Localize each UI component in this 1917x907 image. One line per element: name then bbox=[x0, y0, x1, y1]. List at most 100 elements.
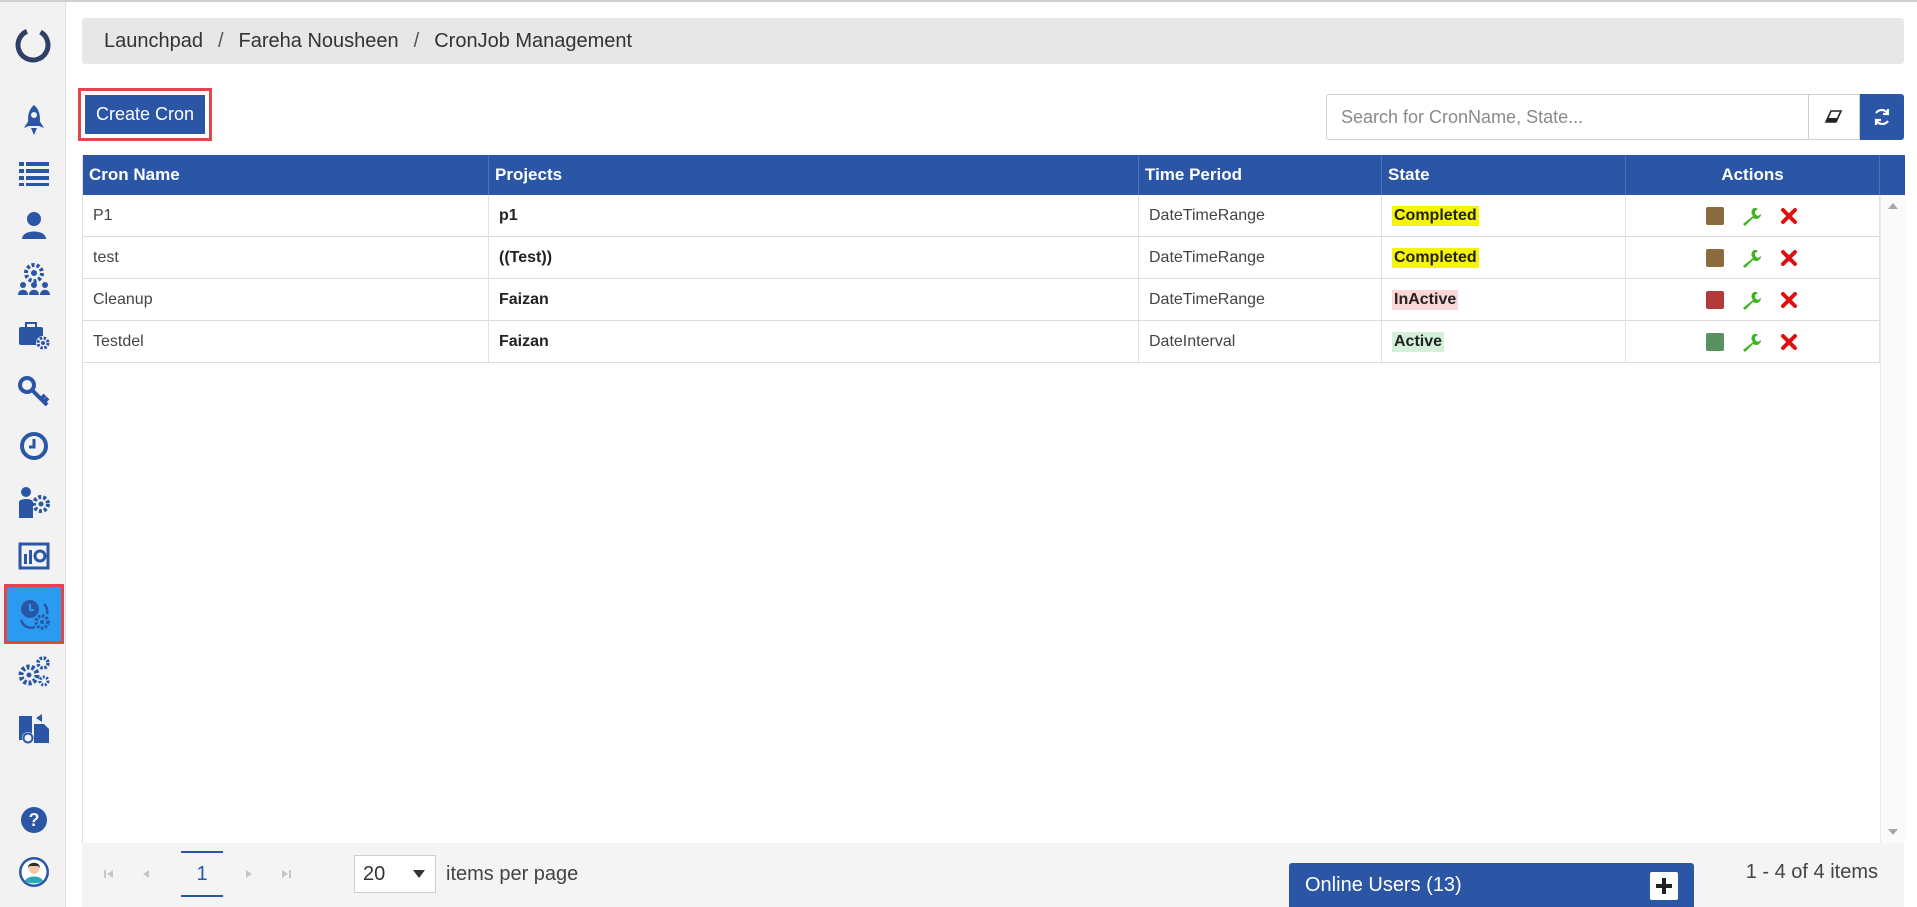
close-icon bbox=[1780, 208, 1797, 224]
wrench-icon bbox=[1742, 291, 1761, 310]
next-page-icon bbox=[246, 870, 252, 878]
cell-project: p1 bbox=[489, 195, 1139, 237]
vertical-scrollbar[interactable] bbox=[1880, 195, 1905, 843]
toggle-status-button[interactable] bbox=[1705, 333, 1724, 351]
refresh-button[interactable] bbox=[1860, 94, 1904, 140]
cell-actions bbox=[1626, 237, 1880, 279]
documents-icon bbox=[19, 714, 49, 744]
expand-online-users-button[interactable] bbox=[1650, 872, 1678, 900]
edit-button[interactable] bbox=[1740, 289, 1762, 311]
people-settings-icon bbox=[19, 487, 50, 518]
sidebar-item-profile[interactable] bbox=[4, 846, 64, 898]
first-page-button[interactable] bbox=[98, 863, 120, 885]
sidebar-item-cronjob[interactable] bbox=[4, 584, 64, 644]
sidebar-item-projects[interactable] bbox=[4, 309, 64, 361]
items-per-page-label: items per page bbox=[446, 863, 579, 885]
cell-project: ((Test)) bbox=[489, 237, 1139, 279]
scroll-up-icon[interactable] bbox=[1887, 201, 1899, 211]
cell-time-period: DateTimeRange bbox=[1139, 279, 1382, 321]
app-logo-icon[interactable] bbox=[13, 25, 53, 65]
toggle-status-button[interactable] bbox=[1705, 207, 1724, 225]
team-settings-icon bbox=[18, 263, 50, 295]
delete-button[interactable] bbox=[1778, 205, 1800, 227]
cell-state: Completed bbox=[1382, 237, 1626, 279]
previous-page-button[interactable] bbox=[135, 863, 157, 885]
column-header-projects[interactable]: Projects bbox=[489, 155, 1139, 195]
column-header-time-period[interactable]: Time Period bbox=[1139, 155, 1382, 195]
close-icon bbox=[1780, 250, 1797, 266]
cell-project: Faizan bbox=[489, 279, 1139, 321]
keys-icon bbox=[18, 376, 50, 407]
previous-page-icon bbox=[143, 870, 149, 878]
sidebar-item-launchpad[interactable] bbox=[4, 94, 64, 146]
table-row[interactable]: Cleanup Faizan DateTimeRange InActive bbox=[83, 279, 1880, 321]
sidebar-item-settings[interactable] bbox=[4, 646, 64, 698]
scroll-down-icon[interactable] bbox=[1887, 827, 1899, 837]
sidebar-item-keys[interactable] bbox=[4, 366, 64, 418]
cron-table: Cron Name Projects Time Period State Act… bbox=[82, 155, 1905, 843]
cell-cron-name: Testdel bbox=[83, 321, 489, 363]
toggle-status-button[interactable] bbox=[1705, 249, 1724, 267]
breadcrumb-user[interactable]: Fareha Nousheen bbox=[239, 30, 399, 53]
create-cron-highlight: Create Cron bbox=[78, 88, 212, 141]
clock-icon bbox=[20, 432, 48, 460]
last-page-icon bbox=[282, 870, 291, 878]
column-header-cron-name[interactable]: Cron Name bbox=[83, 155, 489, 195]
table-row[interactable]: test ((Test)) DateTimeRange Completed bbox=[83, 237, 1880, 279]
sidebar-item-people-settings[interactable] bbox=[4, 476, 64, 528]
sidebar-item-reports[interactable] bbox=[4, 530, 64, 582]
toggle-status-button[interactable] bbox=[1705, 291, 1724, 309]
current-page-button[interactable]: 1 bbox=[181, 851, 223, 897]
eraser-icon bbox=[1824, 110, 1843, 123]
edit-button[interactable] bbox=[1740, 247, 1762, 269]
online-users-panel[interactable]: Online Users (13) bbox=[1289, 863, 1694, 907]
online-users-label: Online Users (13) bbox=[1305, 873, 1462, 896]
cronjob-icon bbox=[19, 600, 50, 630]
sidebar-item-help[interactable]: ? bbox=[4, 794, 64, 846]
cell-actions bbox=[1626, 195, 1880, 237]
clear-search-button[interactable] bbox=[1808, 94, 1860, 140]
breadcrumb: Launchpad / Fareha Nousheen / CronJob Ma… bbox=[82, 18, 1904, 64]
cell-time-period: DateInterval bbox=[1139, 321, 1382, 363]
pager-info: 1 - 4 of 4 items bbox=[1745, 861, 1878, 883]
help-icon: ? bbox=[21, 807, 47, 833]
breadcrumb-launchpad[interactable]: Launchpad bbox=[104, 30, 203, 53]
next-page-button[interactable] bbox=[238, 863, 260, 885]
sidebar-item-teams[interactable] bbox=[4, 253, 64, 305]
sidebar-item-users[interactable] bbox=[4, 199, 64, 251]
list-icon bbox=[19, 162, 49, 186]
delete-button[interactable] bbox=[1778, 289, 1800, 311]
breadcrumb-separator: / bbox=[413, 29, 420, 52]
last-page-button[interactable] bbox=[275, 863, 297, 885]
gears-icon bbox=[18, 656, 50, 687]
cell-state: Completed bbox=[1382, 195, 1626, 237]
column-header-actions: Actions bbox=[1626, 155, 1880, 195]
state-badge: Completed bbox=[1392, 206, 1479, 226]
delete-button[interactable] bbox=[1778, 247, 1800, 269]
sidebar-item-documents[interactable] bbox=[4, 702, 64, 754]
cell-time-period: DateTimeRange bbox=[1139, 237, 1382, 279]
create-cron-button[interactable]: Create Cron bbox=[85, 95, 205, 134]
sidebar-item-schedule[interactable] bbox=[4, 420, 64, 472]
svg-text:?: ? bbox=[29, 810, 40, 830]
delete-button[interactable] bbox=[1778, 331, 1800, 353]
state-badge: Active bbox=[1392, 332, 1445, 352]
sidebar-item-list[interactable] bbox=[4, 146, 64, 198]
cell-cron-name: test bbox=[83, 237, 489, 279]
page-size-select[interactable]: 20 bbox=[354, 855, 436, 893]
table-row[interactable]: P1 p1 DateTimeRange Completed bbox=[83, 195, 1880, 237]
close-icon bbox=[1780, 334, 1797, 350]
wrench-icon bbox=[1742, 249, 1761, 268]
breadcrumb-current: CronJob Management bbox=[434, 29, 633, 52]
cell-time-period: DateTimeRange bbox=[1139, 195, 1382, 237]
edit-button[interactable] bbox=[1740, 331, 1762, 353]
refresh-icon bbox=[1874, 108, 1890, 126]
edit-button[interactable] bbox=[1740, 205, 1762, 227]
table-row[interactable]: Testdel Faizan DateInterval Active bbox=[83, 321, 1880, 363]
column-header-state[interactable]: State bbox=[1382, 155, 1626, 195]
page-size-value: 20 bbox=[363, 862, 386, 885]
cell-actions bbox=[1626, 321, 1880, 363]
chevron-down-icon bbox=[413, 870, 425, 878]
sidebar: ? bbox=[0, 2, 66, 907]
search-input[interactable] bbox=[1326, 94, 1809, 140]
